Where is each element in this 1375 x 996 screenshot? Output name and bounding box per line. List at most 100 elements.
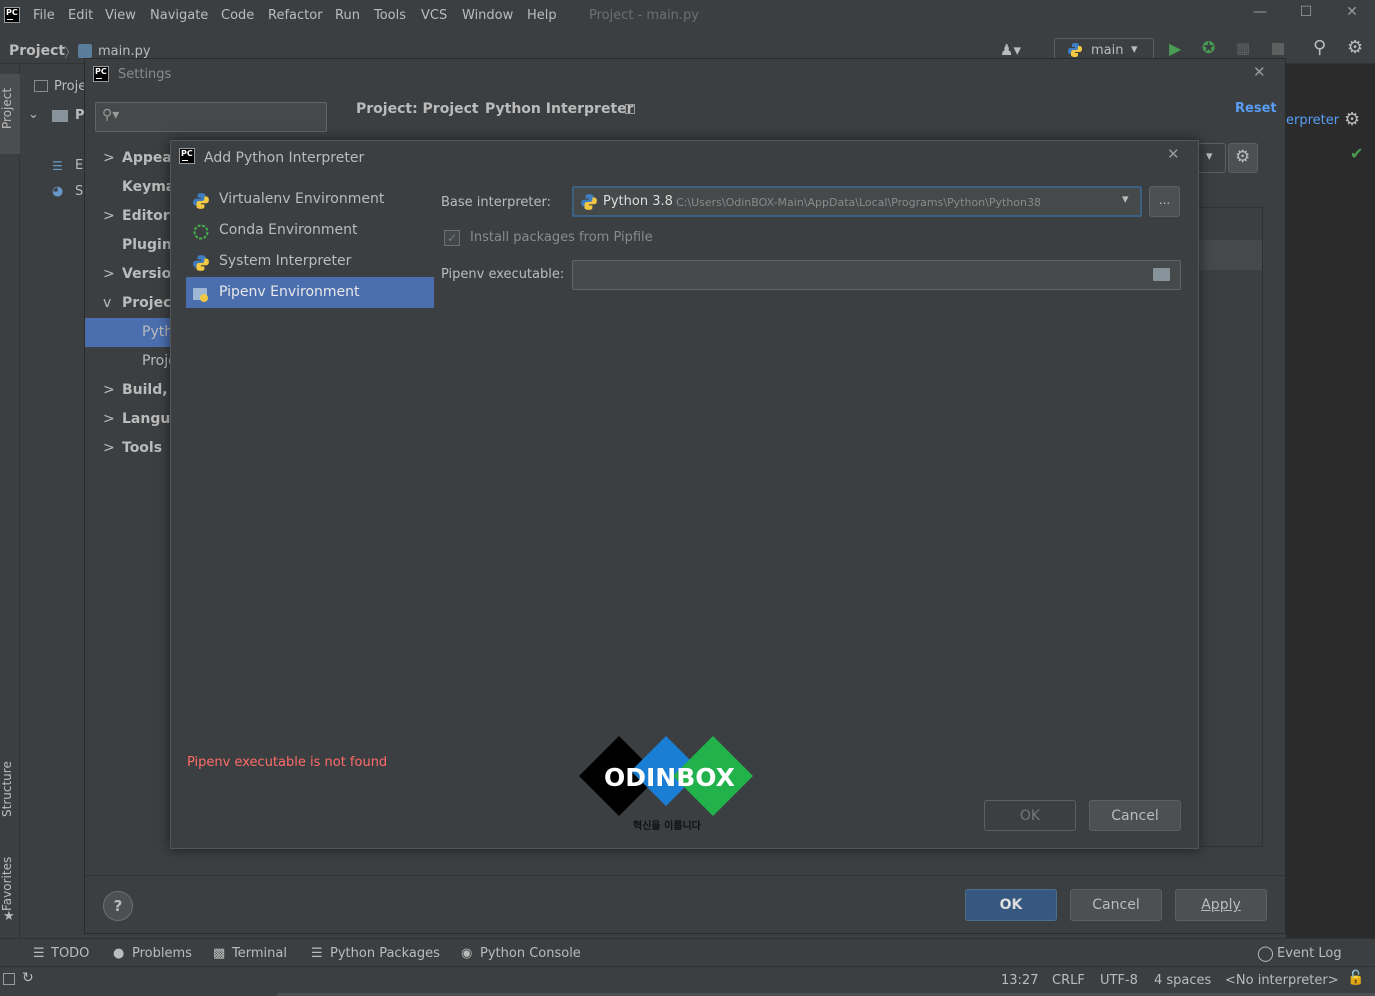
interpreter-gear-button[interactable]: ⚙: [1228, 143, 1258, 173]
browse-interpreter-button[interactable]: ...: [1149, 186, 1180, 217]
python-console-icon: ◉: [461, 946, 473, 961]
run-icon[interactable]: ▶: [1169, 39, 1181, 58]
menu-code[interactable]: Code: [221, 8, 254, 23]
tab-problems[interactable]: Problems: [132, 946, 192, 961]
interpreter-status[interactable]: <No interpreter>: [1225, 973, 1339, 988]
gear-icon[interactable]: ⚙: [1347, 37, 1363, 58]
conda-icon: [192, 222, 210, 240]
pycharm-logo-icon: [93, 66, 109, 86]
close-settings-icon[interactable]: ✕: [1253, 63, 1266, 81]
lock-icon[interactable]: 🔓: [1347, 970, 1364, 986]
tab-python-packages[interactable]: Python Packages: [330, 946, 440, 961]
base-interpreter-value: Python 3.8: [603, 194, 673, 209]
add-ok-button[interactable]: OK: [984, 800, 1076, 831]
settings-ok-button[interactable]: OK: [965, 889, 1057, 921]
add-python-interpreter-dialog: Add Python Interpreter ✕ Virtualenv Envi…: [170, 140, 1199, 849]
run-config-label: main: [1091, 43, 1124, 58]
tab-structure[interactable]: Structure: [0, 749, 20, 829]
tab-python-console[interactable]: Python Console: [480, 946, 581, 961]
pipenv-executable-input[interactable]: [572, 260, 1181, 290]
menu-run[interactable]: Run: [335, 8, 360, 23]
scratches-icon: ◕: [52, 184, 64, 199]
menu-view[interactable]: View: [105, 8, 136, 23]
close-window-icon[interactable]: ✕: [1332, 4, 1372, 28]
line-separator[interactable]: CRLF: [1052, 973, 1085, 988]
python-icon: [580, 193, 598, 211]
bottom-tool-bar: ☰ TODO ● Problems ▩ Terminal ☰ Python Pa…: [0, 938, 1375, 966]
toggle-panels-icon[interactable]: [3, 973, 15, 985]
pycharm-logo-icon: [179, 148, 195, 168]
chevron-down-icon: ▾: [1122, 192, 1129, 207]
install-packages-label: Install packages from Pipfile: [470, 230, 653, 245]
settings-title: Settings: [118, 67, 172, 82]
menu-navigate[interactable]: Navigate: [150, 8, 208, 23]
settings-apply-button[interactable]: Apply: [1175, 889, 1267, 921]
folder-icon[interactable]: [1153, 268, 1170, 281]
env-virtualenv[interactable]: Virtualenv Environment: [186, 184, 434, 215]
help-button[interactable]: ?: [103, 891, 133, 921]
close-dialog-icon[interactable]: ✕: [1167, 145, 1180, 163]
gear-icon: ⚙: [1235, 147, 1251, 167]
coverage-icon[interactable]: ▦: [1236, 39, 1250, 57]
project-view-icon: [34, 80, 48, 92]
libraries-icon: ☰: [52, 159, 63, 173]
event-log-icon: ◯: [1257, 944, 1274, 962]
menu-window[interactable]: Window: [462, 8, 513, 23]
menu-tools[interactable]: Tools: [374, 8, 406, 23]
add-cancel-button[interactable]: Cancel: [1089, 800, 1181, 831]
gear-icon[interactable]: ⚙: [1344, 109, 1360, 130]
odinbox-tagline: 혁신을 이룹니다: [633, 821, 701, 832]
user-icon[interactable]: ♟▾: [1000, 41, 1021, 59]
tab-terminal[interactable]: Terminal: [232, 946, 287, 961]
env-pipenv[interactable]: Pipenv Environment: [186, 277, 434, 308]
ide-window: File Edit View Navigate Code Refactor Ru…: [0, 0, 1375, 996]
pycharm-logo-icon: [4, 7, 20, 27]
caret-position[interactable]: 13:27: [1001, 973, 1038, 988]
menu-edit[interactable]: Edit: [68, 8, 93, 23]
env-conda[interactable]: Conda Environment: [186, 215, 434, 246]
python-file-icon: [78, 44, 92, 58]
base-interpreter-select[interactable]: Python 3.8 C:\Users\OdinBOX-Main\AppData…: [572, 186, 1142, 217]
search-icon[interactable]: ⚲: [1313, 37, 1326, 58]
minimize-icon[interactable]: —: [1240, 4, 1280, 28]
odinbox-logo: ODINBOX 혁신을 이룹니다: [571, 731, 761, 832]
scratches-item[interactable]: S: [75, 184, 83, 199]
page-options-icon[interactable]: [625, 104, 635, 114]
problems-icon: ●: [113, 946, 125, 961]
pipenv-executable-label: Pipenv executable:: [441, 267, 565, 282]
stop-icon[interactable]: [1272, 43, 1284, 55]
tab-todo[interactable]: TODO: [51, 946, 89, 961]
menu-help[interactable]: Help: [527, 8, 557, 23]
menu-vcs[interactable]: VCS: [421, 8, 447, 23]
progress-icon: ↻: [22, 970, 34, 986]
packages-table-row: [1194, 240, 1262, 270]
env-system[interactable]: System Interpreter: [186, 246, 434, 277]
nav-file[interactable]: main.py: [98, 44, 151, 59]
python-icon: [1067, 42, 1083, 58]
python-icon: [192, 253, 210, 271]
chevron-down-icon: ▾: [1131, 42, 1138, 57]
settings-cancel-button[interactable]: Cancel: [1070, 889, 1162, 921]
external-libraries-item[interactable]: E: [75, 158, 83, 173]
menu-refactor[interactable]: Refactor: [268, 8, 323, 23]
tab-event-log[interactable]: Event Log: [1277, 946, 1342, 961]
tab-project[interactable]: Project: [0, 78, 20, 138]
maximize-icon[interactable]: ☐: [1286, 4, 1326, 28]
base-interpreter-label: Base interpreter:: [441, 195, 551, 210]
todo-icon: ☰: [33, 946, 45, 961]
interpreter-link[interactable]: erpreter: [1286, 113, 1339, 128]
install-packages-checkbox[interactable]: ✓: [444, 230, 460, 246]
settings-search-input[interactable]: ⚲▾: [95, 102, 327, 132]
file-encoding[interactable]: UTF-8: [1100, 973, 1138, 988]
indent-setting[interactable]: 4 spaces: [1154, 973, 1211, 988]
menu-file[interactable]: File: [33, 8, 55, 23]
status-bar: ↻ 13:27 CRLF UTF-8 4 spaces <No interpre…: [0, 966, 1375, 996]
reset-link[interactable]: Reset: [1235, 101, 1277, 116]
debug-icon[interactable]: ✪: [1202, 38, 1215, 57]
breadcrumb-separator: ›: [471, 101, 477, 116]
interpreter-dropdown-arrow[interactable]: ▾: [1198, 143, 1226, 173]
folder-icon: [52, 110, 68, 122]
packages-table: [1193, 207, 1263, 847]
nav-project[interactable]: Project: [9, 43, 65, 59]
error-message: Pipenv executable is not found: [187, 755, 388, 770]
